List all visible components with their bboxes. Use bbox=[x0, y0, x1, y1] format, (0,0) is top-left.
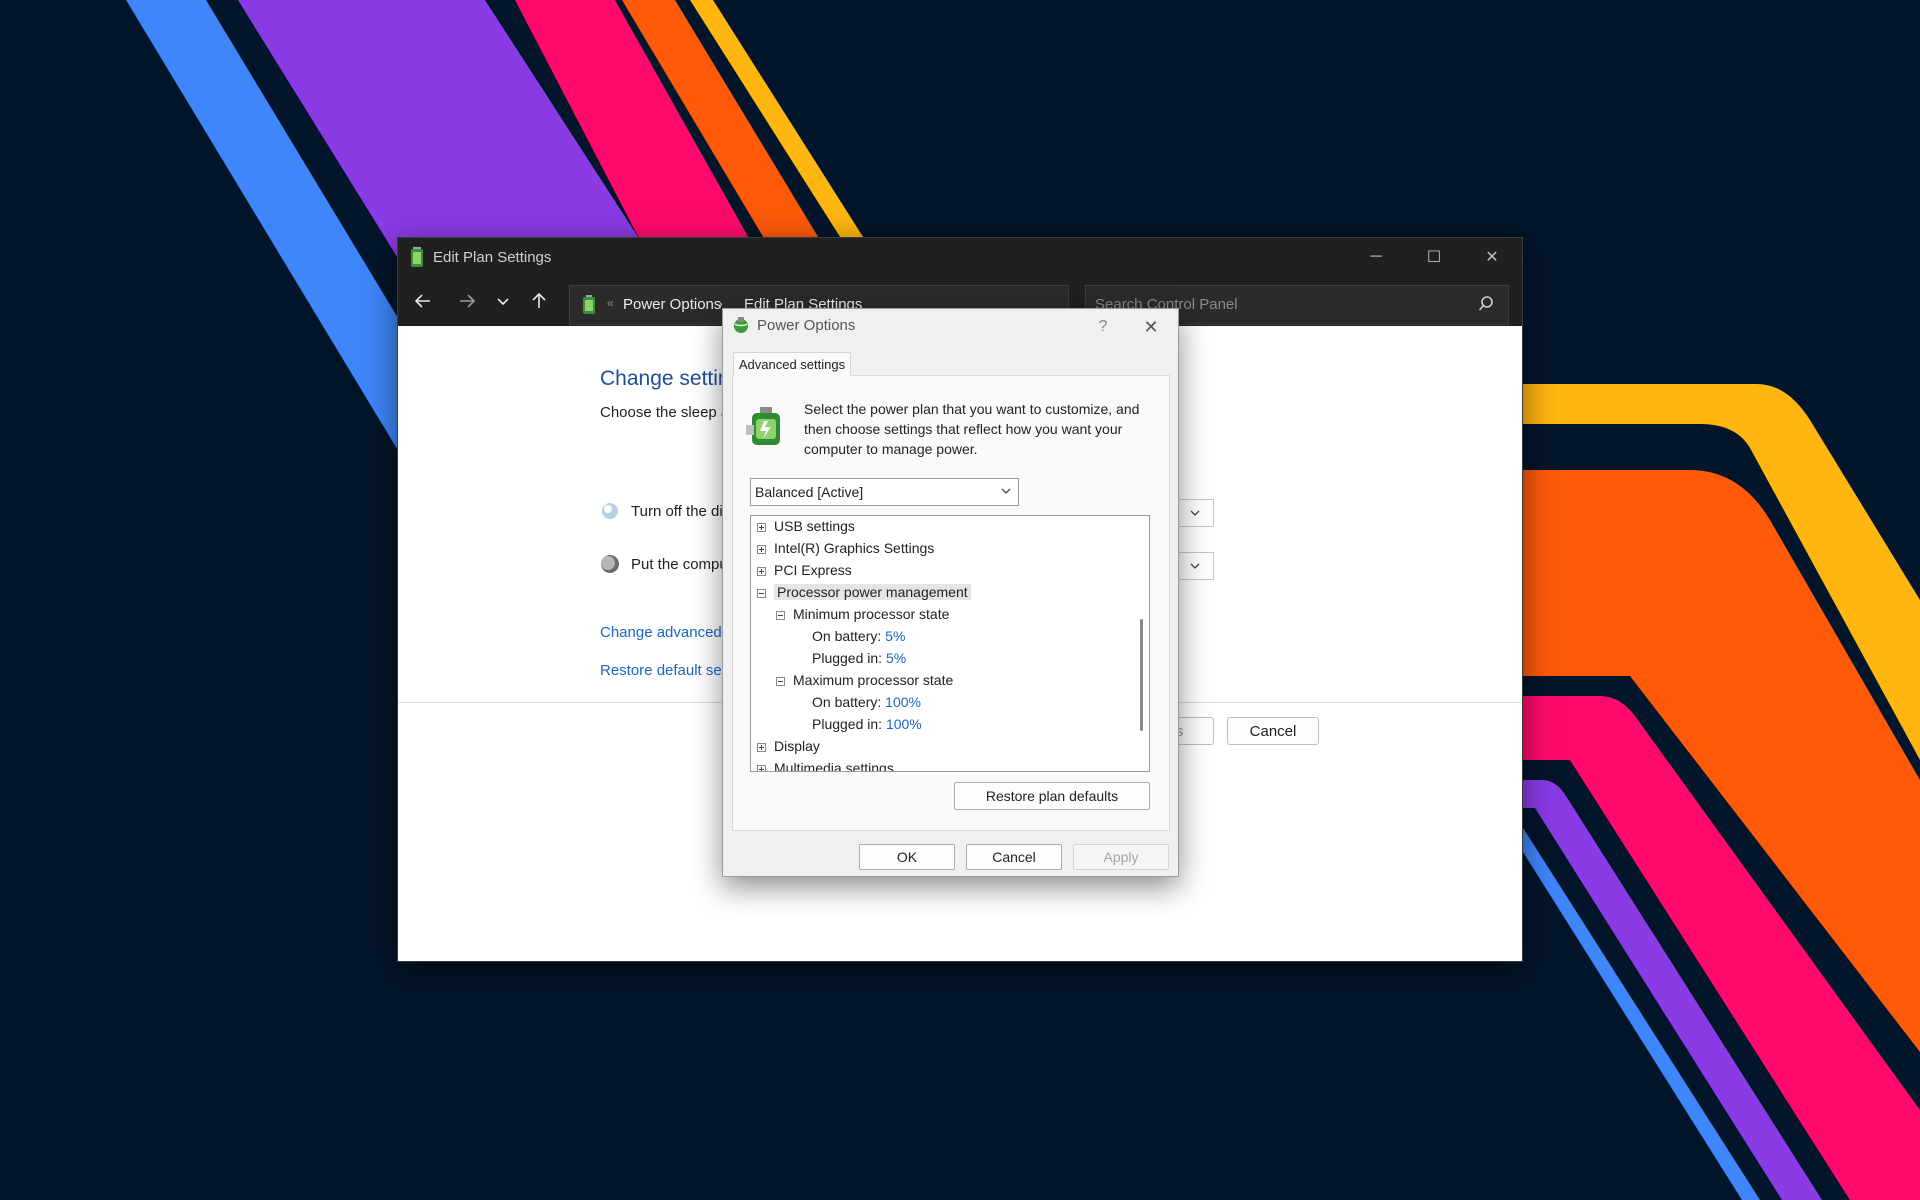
setting-value[interactable]: 100% bbox=[886, 716, 922, 732]
setting-value[interactable]: 100% bbox=[885, 694, 921, 710]
search-icon[interactable] bbox=[1478, 295, 1494, 313]
page-title: Change setting bbox=[600, 367, 742, 390]
chevron-down-icon bbox=[1190, 563, 1199, 569]
dialog-title: Power Options bbox=[757, 317, 856, 334]
battery-icon bbox=[583, 295, 595, 314]
help-button[interactable]: ? bbox=[1088, 315, 1118, 339]
tree-item-multimedia-settings[interactable]: Multimedia settings bbox=[757, 758, 894, 772]
tree-item-label: Processor power management bbox=[774, 584, 971, 600]
collapse-icon[interactable] bbox=[776, 677, 785, 686]
setting-label: Plugged in: bbox=[812, 716, 883, 732]
expand-icon[interactable] bbox=[757, 545, 766, 554]
up-arrow-icon[interactable] bbox=[522, 284, 556, 318]
display-icon bbox=[602, 503, 618, 519]
sleep-timeout-dropdown[interactable] bbox=[1176, 552, 1214, 580]
collapse-icon[interactable] bbox=[776, 611, 785, 620]
dialog-close-button[interactable]: ✕ bbox=[1134, 313, 1168, 341]
tree-item-label: Maximum processor state bbox=[793, 672, 954, 688]
breadcrumb-overflow[interactable]: « bbox=[607, 296, 614, 310]
setting-value[interactable]: 5% bbox=[886, 650, 906, 666]
power-plan-icon bbox=[746, 407, 780, 445]
breadcrumb-power-options[interactable]: Power Options bbox=[623, 296, 721, 313]
settings-tree[interactable]: USB settings Intel(R) Graphics Settings … bbox=[750, 515, 1150, 772]
setting-label: On battery: bbox=[812, 628, 882, 644]
display-timeout-dropdown[interactable] bbox=[1176, 499, 1214, 527]
minimize-button[interactable]: ─ bbox=[1347, 238, 1405, 276]
tree-item-pci-express[interactable]: PCI Express bbox=[757, 560, 852, 580]
tree-item-max-plugged-in[interactable]: Plugged in: 100% bbox=[812, 714, 922, 734]
expand-icon[interactable] bbox=[757, 523, 766, 532]
tree-item-usb-settings[interactable]: USB settings bbox=[757, 516, 855, 536]
page-description: Choose the sleep a bbox=[600, 404, 730, 421]
tree-item-maximum-processor-state[interactable]: Maximum processor state bbox=[776, 670, 953, 690]
power-plan-selected: Balanced [Active] bbox=[755, 484, 864, 500]
tree-item-label: PCI Express bbox=[774, 562, 852, 578]
collapse-icon[interactable] bbox=[757, 589, 766, 598]
sleep-label: Put the compu bbox=[631, 556, 728, 573]
tree-item-min-on-battery[interactable]: On battery: 5% bbox=[812, 626, 905, 646]
chevron-down-icon bbox=[1001, 488, 1011, 494]
forward-arrow-icon[interactable] bbox=[450, 284, 484, 318]
tree-item-min-plugged-in[interactable]: Plugged in: 5% bbox=[812, 648, 906, 668]
dialog-instructions: Select the power plan that you want to c… bbox=[804, 401, 1140, 457]
turn-off-display-label: Turn off the di bbox=[631, 503, 723, 520]
tree-item-label: Multimedia settings bbox=[774, 760, 894, 772]
ok-button[interactable]: OK bbox=[859, 844, 955, 870]
dialog-cancel-button[interactable]: Cancel bbox=[966, 844, 1062, 870]
close-button[interactable]: ✕ bbox=[1463, 238, 1521, 276]
window-titlebar[interactable]: Edit Plan Settings ─ ☐ ✕ bbox=[398, 238, 1522, 276]
power-options-icon bbox=[734, 317, 748, 333]
window-title: Edit Plan Settings bbox=[433, 249, 552, 266]
power-plan-dropdown[interactable]: Balanced [Active] bbox=[750, 478, 1019, 506]
tree-item-intel-graphics[interactable]: Intel(R) Graphics Settings bbox=[757, 538, 934, 558]
battery-icon bbox=[411, 247, 423, 267]
apply-button[interactable]: Apply bbox=[1073, 844, 1169, 870]
tree-item-label: Minimum processor state bbox=[793, 606, 950, 622]
setting-value[interactable]: 5% bbox=[885, 628, 905, 644]
tree-item-display[interactable]: Display bbox=[757, 736, 820, 756]
restore-plan-defaults-button[interactable]: Restore plan defaults bbox=[954, 782, 1150, 810]
tree-item-minimum-processor-state[interactable]: Minimum processor state bbox=[776, 604, 949, 624]
tab-advanced-settings[interactable]: Advanced settings bbox=[733, 352, 851, 376]
cancel-button[interactable]: Cancel bbox=[1227, 717, 1319, 745]
setting-label: On battery: bbox=[812, 694, 882, 710]
setting-label: Plugged in: bbox=[812, 650, 883, 666]
expand-icon[interactable] bbox=[757, 567, 766, 576]
back-arrow-icon[interactable] bbox=[406, 284, 440, 318]
tree-scrollbar[interactable] bbox=[1134, 517, 1148, 770]
tree-item-processor-power-management[interactable]: Processor power management bbox=[757, 582, 971, 602]
expand-icon[interactable] bbox=[757, 765, 766, 771]
tree-item-label: Intel(R) Graphics Settings bbox=[774, 540, 935, 556]
restore-default-link[interactable]: Restore default set bbox=[600, 662, 726, 679]
tree-item-label: Display bbox=[774, 738, 820, 754]
recent-locations-chevron-icon[interactable] bbox=[486, 284, 520, 318]
maximize-button[interactable]: ☐ bbox=[1405, 238, 1463, 276]
change-advanced-link[interactable]: Change advanced bbox=[600, 624, 722, 641]
expand-icon[interactable] bbox=[757, 743, 766, 752]
tree-item-label: USB settings bbox=[774, 518, 855, 534]
tree-item-max-on-battery[interactable]: On battery: 100% bbox=[812, 692, 921, 712]
scrollbar-thumb[interactable] bbox=[1140, 619, 1143, 731]
moon-icon bbox=[601, 555, 619, 573]
chevron-down-icon bbox=[1190, 510, 1199, 516]
power-options-dialog: Power Options ? ✕ Advanced settings Sele… bbox=[722, 308, 1179, 877]
